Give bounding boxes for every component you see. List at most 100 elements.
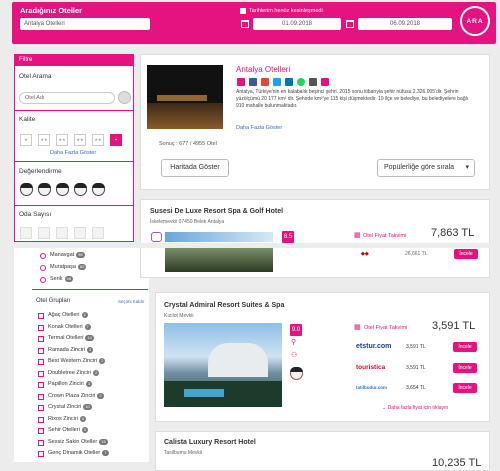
view-offer-button[interactable]: İncele [454, 249, 478, 259]
group-label: Sessiz Sakin Oteller [48, 438, 98, 445]
search-button[interactable]: ARA [460, 6, 490, 36]
filter-sidebar: Filtre Otel Arama Otel Adı Kalite ★ ★★ ★… [14, 54, 134, 242]
group-count: 5 [81, 427, 89, 433]
star-4-icon[interactable]: ★★ [74, 134, 86, 146]
group-item[interactable]: Doubletree Zinciri 2 [48, 369, 100, 376]
print-icon[interactable] [321, 78, 329, 86]
hotel-card: Susesi De Luxe Resort Spa & Golf Hotel İ… [140, 199, 490, 243]
star-all-icon[interactable]: ✦ [110, 134, 122, 146]
room-size-icon[interactable] [74, 227, 86, 239]
hotel-price: 10,235 TL [432, 457, 482, 469]
destination-more-link[interactable]: Daha Fazla Göster [236, 125, 282, 131]
group-item[interactable]: Rixos Zinciri 6 [48, 415, 87, 422]
rating-face-icon[interactable] [56, 183, 69, 196]
group-item[interactable]: Genç Dinamik Oteller 7 [48, 450, 109, 456]
dates-undecided-label: Tarihlerim henüz kesinleşmedi [249, 8, 323, 14]
location-item[interactable]: Serik 48 [50, 276, 73, 282]
location-item[interactable]: Muratpaşa 62 [50, 264, 87, 270]
twitter-icon[interactable] [273, 78, 281, 86]
hotel-name-input[interactable]: Otel Adı [19, 92, 115, 104]
location-radio[interactable] [40, 277, 46, 283]
wifi-icon: ⚲ [291, 339, 297, 346]
location-radio[interactable] [40, 265, 46, 271]
group-checkbox[interactable] [38, 439, 44, 446]
group-item[interactable]: Crystal Zinciri 10 [48, 404, 92, 410]
group-count: 2 [93, 369, 100, 376]
star-2-icon[interactable]: ★★ [38, 134, 50, 146]
group-item[interactable]: Papillon Zinciri 3 [48, 381, 92, 387]
sort-select[interactable]: Popülerliğe göre sırala ▾ [377, 159, 475, 177]
calendar-icon: ▦ [354, 324, 361, 331]
view-offer-button[interactable]: İncele [453, 383, 477, 393]
hotel-price: 3,591 TL [432, 320, 476, 332]
destination-photo [147, 65, 223, 129]
room-size-icon[interactable] [38, 227, 50, 239]
group-checkbox[interactable] [38, 393, 44, 400]
group-checkbox[interactable] [38, 324, 44, 331]
googleplus-icon[interactable] [261, 78, 269, 86]
star-3-icon[interactable]: ★★ [56, 134, 68, 146]
group-checkbox[interactable] [38, 370, 44, 377]
checkbox-box[interactable] [240, 8, 246, 14]
checkout-input[interactable]: 06.09.2018 [358, 18, 452, 30]
group-checkbox[interactable] [38, 416, 44, 423]
group-item[interactable]: Crown Plaza Zinciri 2 [48, 392, 104, 399]
hotel-score: 9.0 [290, 324, 302, 336]
calendar-icon [346, 20, 354, 28]
show-more-link[interactable]: Daha Fazla Göster [50, 150, 96, 156]
price-calendar-link[interactable]: Otel Fiyat Takvimi [364, 325, 407, 331]
search-icon[interactable] [118, 91, 131, 104]
group-item[interactable]: Sehir Otelleri 5 [48, 427, 89, 433]
hotel-name[interactable]: Crystal Admiral Resort Suites & Spa [164, 302, 284, 309]
group-checkbox[interactable] [38, 428, 44, 434]
select-all-link[interactable]: Seçimi Kaldır [118, 299, 145, 304]
view-offer-button[interactable]: İncele [453, 342, 477, 352]
facebook-icon[interactable] [249, 78, 257, 86]
room-size-icon[interactable] [92, 227, 104, 239]
star-5-icon[interactable]: ★★ [92, 134, 104, 146]
star-1-icon[interactable]: ★ [20, 134, 32, 146]
room-size-icon[interactable] [20, 227, 32, 239]
rating-face-icon[interactable] [74, 183, 87, 196]
location-item[interactable]: Manavgat 98 [50, 252, 85, 258]
more-prices-link[interactable]: ⌄ Daha fazla fiyat için tıklayın [382, 405, 448, 411]
location-label: Serik [50, 276, 63, 282]
group-count: 3 [85, 381, 92, 387]
group-checkbox[interactable] [38, 347, 44, 354]
linkedin-icon[interactable] [285, 78, 293, 86]
hotel-name[interactable]: Susesi De Luxe Resort Spa & Golf Hotel [150, 208, 283, 215]
group-checkbox[interactable] [38, 336, 44, 342]
share-icon[interactable] [237, 78, 245, 86]
dates-undecided-checkbox[interactable]: Tarihlerim henüz kesinleşmedi [240, 8, 323, 14]
group-item[interactable]: Konak Otelleri 7 [48, 323, 91, 330]
rating-face-icon[interactable] [20, 183, 33, 196]
group-checkbox[interactable] [38, 313, 44, 319]
filter-title: Filtre [15, 55, 133, 66]
group-checkbox[interactable] [38, 359, 44, 365]
heart-icon[interactable] [151, 232, 162, 242]
price-calendar-link[interactable]: Otel Fiyat Takvimi [363, 233, 406, 239]
group-checkbox[interactable] [38, 382, 44, 388]
result-count: Sonuç : 677 / 4955 Otel [159, 141, 217, 147]
location-radio[interactable] [40, 253, 46, 259]
whatsapp-icon[interactable] [297, 78, 305, 86]
rating-face-icon[interactable] [38, 183, 51, 196]
email-icon[interactable] [309, 78, 317, 86]
group-item[interactable]: Termal Otelleri 14 [48, 335, 94, 341]
group-checkbox[interactable] [38, 451, 44, 457]
group-checkbox[interactable] [38, 405, 44, 411]
group-item[interactable]: Best Western Zinciri 2 [48, 358, 106, 364]
show-on-map-button[interactable]: Haritada Göster [161, 159, 229, 177]
rating-face-icon[interactable] [92, 183, 105, 196]
room-size-icon[interactable] [56, 227, 68, 239]
destination-card: Sonuç : 677 / 4955 Otel Antalya Otelleri… [140, 54, 490, 190]
divider [15, 110, 133, 111]
checkin-input[interactable]: 01.09.2018 [253, 18, 341, 30]
group-item[interactable]: Ramada Zinciri 3 [48, 346, 94, 353]
view-offer-button[interactable]: İncele [453, 363, 477, 373]
destination-input[interactable]: Antalya Otelleri [20, 18, 150, 30]
group-item[interactable]: Ağaç Otelleri 2 [48, 312, 88, 318]
hotel-name[interactable]: Calista Luxury Resort Hotel [164, 439, 256, 446]
partner-logo: ◆◆ [361, 251, 369, 257]
group-item[interactable]: Sessiz Sakin Oteller 15 [48, 438, 108, 445]
